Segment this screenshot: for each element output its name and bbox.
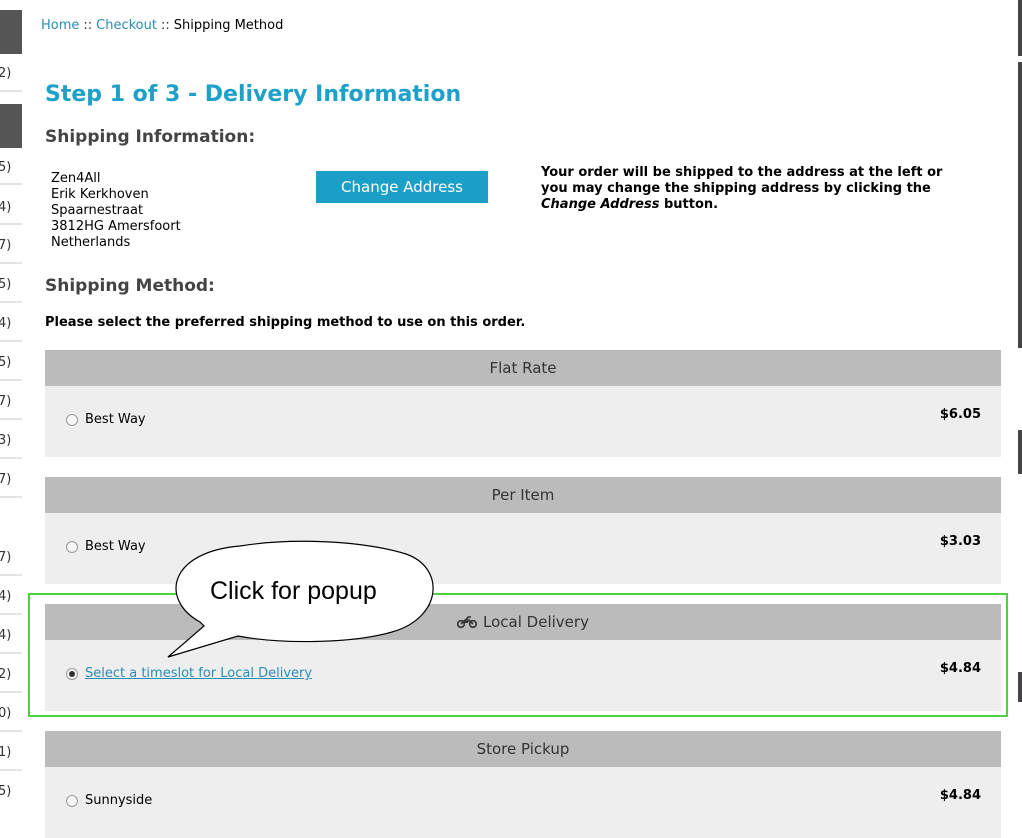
sidebar-divider: [0, 183, 22, 185]
sidebar-count: 4): [0, 200, 12, 215]
method-option-label[interactable]: Sunnyside: [85, 793, 152, 808]
sidebar-thumbnail[interactable]: [0, 10, 22, 54]
method-title: Per Item: [491, 486, 555, 504]
right-edge-line: [1018, 0, 1022, 56]
method-title: Local Delivery: [483, 613, 589, 631]
right-edge: [1018, 0, 1022, 812]
method-price: $4.84: [939, 788, 981, 803]
breadcrumb-current: Shipping Method: [173, 18, 284, 33]
sidebar-divider: [0, 574, 22, 576]
breadcrumb-separator: ::: [160, 18, 170, 33]
breadcrumb-separator: ::: [83, 18, 93, 33]
sidebar-count: 4): [0, 589, 12, 604]
address-line: Spaarnestraat: [51, 203, 144, 218]
shipping-information-heading: Shipping Information:: [45, 127, 256, 147]
shipping-note-text-end: button.: [659, 197, 719, 212]
sidebar-divider: [0, 496, 22, 498]
shipping-method-flat-rate: Flat Rate Best Way $6.05: [45, 350, 1001, 457]
method-radio-selected[interactable]: [66, 668, 78, 680]
change-address-button[interactable]: Change Address: [316, 171, 488, 203]
shipping-address: Zen4All Erik Kerkhoven Spaarnestraat 381…: [51, 171, 181, 251]
sidebar-thumbnail[interactable]: [0, 104, 22, 148]
sidebar-divider: [0, 730, 22, 732]
method-option-label[interactable]: Best Way: [85, 412, 146, 427]
sidebar-count: 7): [0, 394, 12, 409]
breadcrumb-home-link[interactable]: Home: [41, 18, 79, 33]
shipping-method-store-pickup: Store Pickup Sunnyside $4.84: [45, 731, 1001, 838]
sidebar-divider: [0, 340, 22, 342]
sidebar-count: 5): [0, 784, 12, 799]
sidebar-count: 2): [0, 667, 12, 682]
shipping-method-heading: Shipping Method:: [45, 276, 215, 296]
right-edge-line: [1018, 62, 1022, 348]
method-price: $3.03: [939, 534, 981, 549]
sidebar-count: 0): [0, 706, 12, 721]
method-header: Flat Rate: [45, 350, 1001, 386]
address-line: Zen4All: [51, 171, 101, 186]
sidebar-count: 7): [0, 472, 12, 487]
left-sidebar: 2) 5) 4) 7) 5) 4) 5) 7) 3) 7) 7) 4) 4) 2…: [0, 0, 28, 812]
method-header: Per Item: [45, 477, 1001, 513]
method-title: Store Pickup: [476, 740, 570, 758]
shipping-note: Your order will be shipped to the addres…: [541, 165, 971, 213]
local-delivery-timeslot-link[interactable]: Select a timeslot for Local Delivery: [85, 666, 312, 681]
sidebar-count: 4): [0, 628, 12, 643]
address-line: 3812HG Amersfoort: [51, 219, 181, 234]
callout-text: Click for popup: [210, 577, 377, 605]
sidebar-count: 5): [0, 277, 12, 292]
method-price: $4.84: [939, 661, 981, 676]
shipping-method-instructions: Please select the preferred shipping met…: [45, 315, 526, 330]
motorcycle-icon: [457, 616, 478, 628]
right-edge-line: [1018, 430, 1022, 474]
address-line: Netherlands: [51, 235, 131, 250]
sidebar-count: 5): [0, 355, 12, 370]
method-option-label[interactable]: Select a timeslot for Local Delivery: [85, 666, 312, 681]
sidebar-divider: [0, 223, 22, 225]
sidebar-count: 2): [0, 66, 12, 81]
shipping-note-emphasis: Change Address: [541, 197, 660, 212]
sidebar-divider: [0, 691, 22, 693]
shipping-note-text: Your order will be shipped to the addres…: [541, 165, 943, 196]
sidebar-count: 5): [0, 160, 12, 175]
method-radio[interactable]: [66, 541, 78, 553]
method-header: Store Pickup: [45, 731, 1001, 767]
sidebar-divider: [0, 301, 22, 303]
method-price: $6.05: [939, 407, 981, 422]
sidebar-count: 1): [0, 745, 12, 760]
page-title: Step 1 of 3 - Delivery Information: [45, 82, 462, 107]
method-radio[interactable]: [66, 795, 78, 807]
sidebar-divider: [0, 90, 22, 92]
sidebar-count: 7): [0, 550, 12, 565]
sidebar-divider: [0, 457, 22, 459]
sidebar-count: 7): [0, 238, 12, 253]
method-option-row[interactable]: Best Way $6.05: [45, 386, 1001, 457]
method-option-label[interactable]: Best Way: [85, 539, 146, 554]
sidebar-divider: [0, 379, 22, 381]
breadcrumb: Home:: Checkout:: Shipping Method: [41, 18, 283, 33]
sidebar-divider: [0, 262, 22, 264]
method-radio[interactable]: [66, 414, 78, 426]
breadcrumb-checkout-link[interactable]: Checkout: [96, 18, 157, 33]
sidebar-count: 3): [0, 433, 12, 448]
sidebar-divider: [0, 613, 22, 615]
sidebar-divider: [0, 652, 22, 654]
sidebar-divider: [0, 769, 22, 771]
right-edge-line: [1018, 672, 1022, 702]
address-line: Erik Kerkhoven: [51, 187, 149, 202]
sidebar-count: 4): [0, 316, 12, 331]
sidebar-divider: [0, 418, 22, 420]
method-title: Flat Rate: [489, 359, 557, 377]
method-option-row[interactable]: Sunnyside $4.84: [45, 767, 1001, 838]
